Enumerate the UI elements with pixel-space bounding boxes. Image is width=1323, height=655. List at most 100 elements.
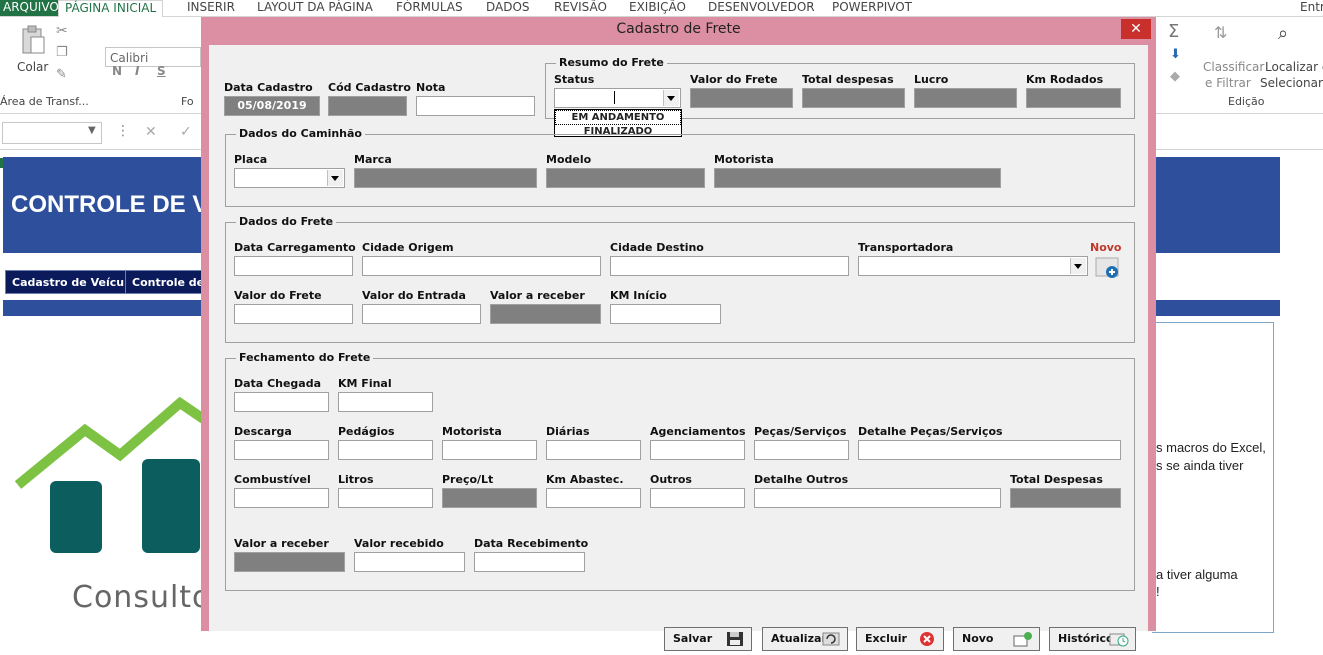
update-button-label: Atualizar	[771, 632, 827, 645]
others-detail-field[interactable]	[754, 488, 1001, 508]
agency-field[interactable]	[650, 440, 745, 460]
font-group-label: Fo	[181, 95, 194, 108]
carrier-label: Transportadora	[858, 241, 954, 254]
sort-filter-label-1[interactable]: Classificar	[1203, 60, 1264, 74]
brand-field	[354, 168, 537, 188]
summary-freight-value-field	[690, 88, 793, 108]
tab-developer[interactable]: DESENVOLVEDOR	[708, 0, 815, 16]
code-field	[328, 96, 407, 116]
plate-dropdown[interactable]	[234, 168, 345, 188]
logo-graphic	[10, 395, 208, 565]
paste-icon[interactable]	[20, 25, 46, 55]
dialog-client: Data Cadastro 05/08/2019 Cód Cadastro No…	[209, 45, 1148, 651]
tab-review[interactable]: REVISÃO	[554, 0, 607, 16]
tab-view[interactable]: EXIBIÇÃO	[629, 0, 686, 16]
status-option-in-progress[interactable]: EM ANDAMENTO	[555, 110, 681, 125]
close-button[interactable]: ✕	[1121, 19, 1151, 39]
name-box-dropdown-icon[interactable]: ▼	[88, 125, 96, 136]
closing-driver-field[interactable]	[442, 440, 537, 460]
tab-home[interactable]: PÁGINA INICIAL	[58, 0, 164, 17]
bold-button[interactable]: N	[112, 64, 122, 78]
clear-icon[interactable]: ◆	[1170, 69, 1180, 84]
closing-receivable-field	[234, 552, 345, 572]
parts-detail-field[interactable]	[858, 440, 1121, 460]
freight-receivable-field	[490, 304, 601, 324]
dialog-title: Cadastro de Frete	[616, 21, 741, 37]
model-field	[546, 168, 705, 188]
unloading-field[interactable]	[234, 440, 329, 460]
find-select-label-2[interactable]: Selecionar	[1260, 76, 1323, 90]
binoculars-icon[interactable]: ⌕	[1278, 23, 1288, 44]
freight-value-field[interactable]	[234, 304, 353, 324]
format-painter-icon[interactable]: ✎	[56, 67, 67, 82]
add-carrier-icon[interactable]	[1095, 257, 1121, 279]
others-field[interactable]	[650, 488, 745, 508]
status-dropdown-arrow-icon[interactable]	[663, 90, 679, 106]
history-button-label: Histórico	[1058, 632, 1114, 645]
refresh-icon	[821, 631, 841, 647]
destination-city-label: Cidade Destino	[610, 241, 704, 254]
enter-formula-icon[interactable]: ✓	[180, 124, 192, 140]
received-field[interactable]	[354, 552, 465, 572]
plate-dropdown-arrow-icon[interactable]	[327, 170, 343, 186]
daily-field[interactable]	[546, 440, 641, 460]
freight-receivable-label: Valor a receber	[490, 289, 585, 302]
freight-frame-title: Dados do Frete	[236, 215, 337, 228]
fuel-field[interactable]	[234, 488, 329, 508]
summary-total-expenses-field	[802, 88, 905, 108]
carrier-dropdown-arrow-icon[interactable]	[1070, 258, 1086, 274]
others-label: Outros	[650, 473, 692, 486]
tab-data[interactable]: DADOS	[486, 0, 530, 16]
carrier-dropdown[interactable]	[858, 256, 1088, 276]
km-driven-field	[1026, 88, 1121, 108]
code-label: Cód Cadastro	[328, 81, 411, 94]
tab-formulas[interactable]: FÓRMULAS	[396, 0, 463, 16]
cancel-formula-icon[interactable]: ✕	[145, 124, 157, 140]
editing-group-label: Edição	[1228, 95, 1265, 108]
tab-page-layout[interactable]: LAYOUT DA PÁGINA	[257, 0, 373, 16]
ribbon-tabs: ARQUIVO PÁGINA INICIAL INSERIR LAYOUT DA…	[0, 0, 1323, 17]
paste-label[interactable]: Colar	[17, 60, 48, 74]
status-dropdown[interactable]	[554, 88, 681, 108]
parts-field[interactable]	[754, 440, 849, 460]
sort-filter-label-2[interactable]: e Filtrar	[1205, 76, 1251, 90]
price-per-liter-field	[442, 488, 537, 508]
km-end-label: KM Final	[338, 377, 392, 390]
autosum-icon[interactable]: Σ	[1168, 21, 1179, 42]
tab-insert[interactable]: INSERIR	[187, 0, 235, 16]
receipt-date-field[interactable]	[474, 552, 585, 572]
origin-city-field[interactable]	[362, 256, 601, 276]
liters-field[interactable]	[338, 488, 433, 508]
km-end-field[interactable]	[338, 392, 433, 412]
km-fuel-field[interactable]	[546, 488, 641, 508]
sort-filter-icon[interactable]: ⇅	[1214, 23, 1227, 42]
daily-label: Diárias	[546, 425, 590, 438]
italic-button[interactable]: I	[135, 64, 139, 78]
load-date-field[interactable]	[234, 256, 353, 276]
parts-label: Peças/Serviços	[754, 425, 847, 438]
entry-value-field[interactable]	[362, 304, 481, 324]
date-registered-label: Data Cadastro	[224, 81, 313, 94]
name-box[interactable]	[2, 122, 102, 144]
cut-icon[interactable]: ✂	[56, 23, 68, 39]
unloading-label: Descarga	[234, 425, 292, 438]
summary-frame-title: Resumo do Frete	[556, 56, 667, 69]
tab-powerpivot[interactable]: POWERPIVOT	[832, 0, 912, 16]
fill-icon[interactable]: ⬇	[1170, 47, 1181, 62]
floppy-disk-icon	[725, 631, 745, 647]
sheet-text-line3: a tiver alguma	[1156, 567, 1238, 582]
tab-file[interactable]: ARQUIVO	[0, 0, 62, 16]
underline-button[interactable]: S	[157, 64, 166, 78]
tolls-field[interactable]	[338, 440, 433, 460]
copy-icon[interactable]: ❐	[56, 45, 68, 60]
km-start-label: KM Início	[610, 289, 667, 302]
delete-button-label: Excluir	[865, 632, 907, 645]
destination-city-field[interactable]	[610, 256, 849, 276]
km-start-field[interactable]	[610, 304, 721, 324]
new-record-icon	[1013, 631, 1033, 647]
find-select-label-1[interactable]: Localizar e	[1265, 60, 1323, 74]
arrival-date-field[interactable]	[234, 392, 329, 412]
load-date-label: Data Carregamento	[234, 241, 356, 254]
note-field[interactable]	[416, 96, 535, 116]
sign-in-link[interactable]: Entra	[1300, 0, 1323, 16]
